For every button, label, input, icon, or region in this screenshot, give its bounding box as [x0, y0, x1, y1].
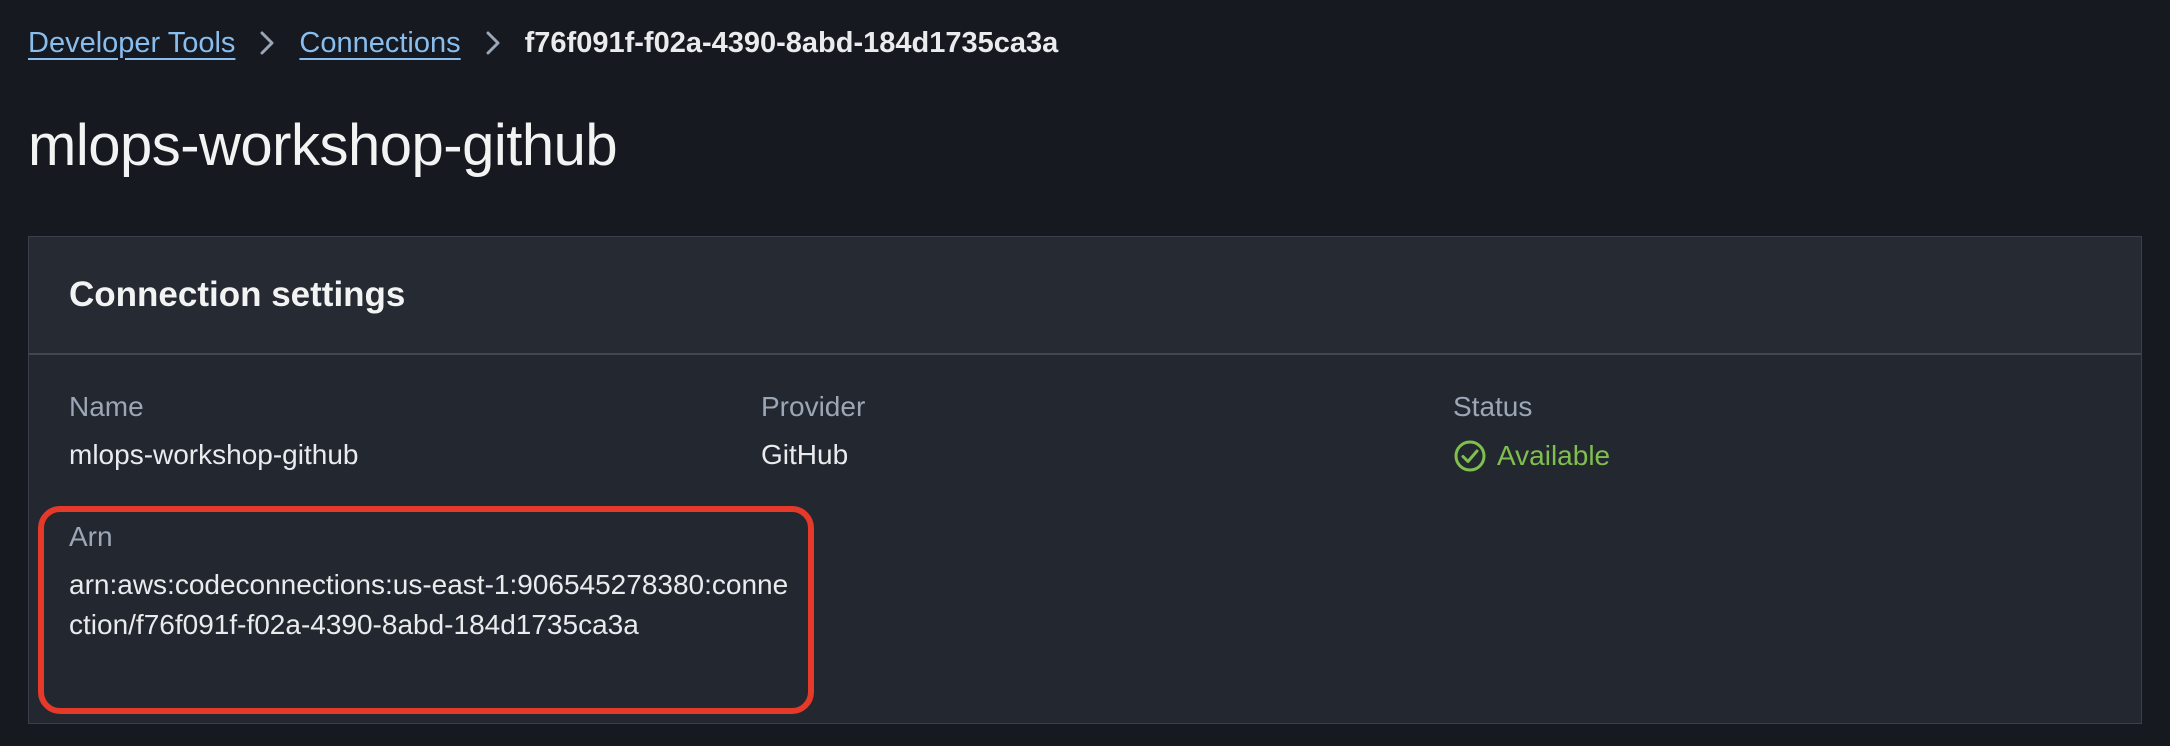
arn-value: arn:aws:codeconnections:us-east-1:906545… — [69, 569, 789, 640]
status-badge: Available — [1453, 439, 1610, 473]
check-circle-icon — [1453, 439, 1487, 473]
provider-field: Provider GitHub — [761, 391, 865, 471]
name-label: Name — [69, 391, 144, 422]
breadcrumb-connections-link[interactable]: Connections — [299, 27, 460, 60]
status-field: Status Available — [1453, 391, 1610, 473]
provider-label: Provider — [761, 391, 866, 422]
provider-value: GitHub — [761, 439, 849, 470]
breadcrumb: Developer Tools Connections f76f091f-f02… — [28, 22, 1058, 64]
breadcrumb-developer-tools-link[interactable]: Developer Tools — [28, 27, 235, 60]
connection-settings-panel: Connection settings Name mlops-workshop-… — [28, 236, 2142, 724]
panel-header: Connection settings — [29, 237, 2141, 355]
status-label: Status — [1453, 391, 1533, 422]
panel-title: Connection settings — [69, 275, 406, 314]
arn-field: Arn arn:aws:codeconnections:us-east-1:90… — [69, 521, 789, 645]
page-title: mlops-workshop-github — [28, 113, 618, 178]
arn-label: Arn — [69, 521, 113, 552]
breadcrumb-current: f76f091f-f02a-4390-8abd-184d1735ca3a — [524, 26, 1059, 59]
chevron-right-icon — [235, 23, 299, 63]
name-field: Name mlops-workshop-github — [69, 391, 358, 471]
chevron-right-icon — [461, 23, 525, 63]
status-text: Available — [1497, 440, 1611, 471]
name-value: mlops-workshop-github — [69, 439, 359, 470]
